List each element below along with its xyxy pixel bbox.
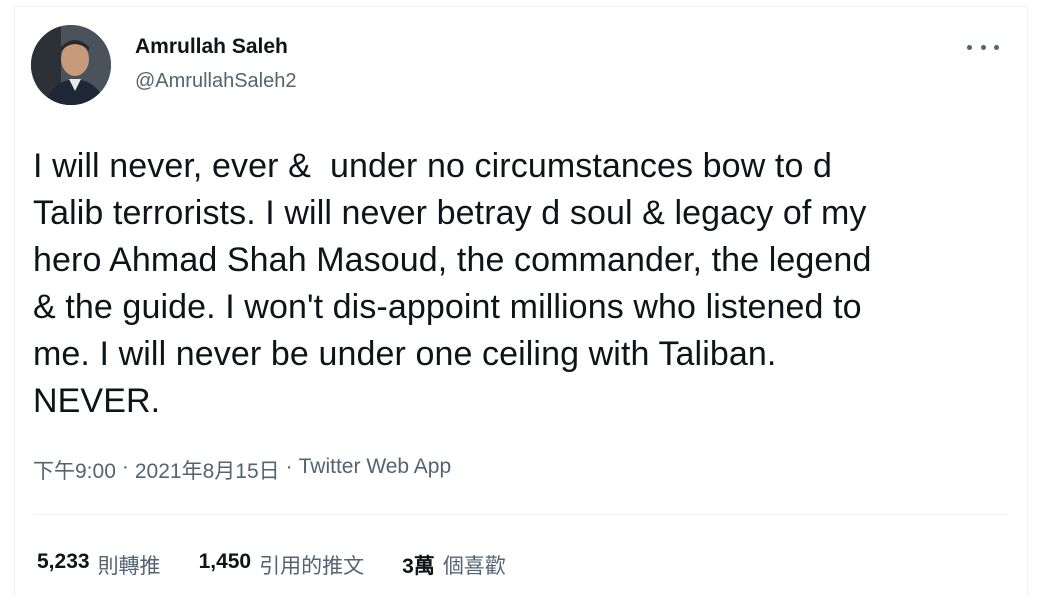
meta-separator: · (121, 455, 129, 478)
quotes-count: 1,450 (198, 550, 252, 573)
tweet-date[interactable]: 2021年8月15日 (135, 455, 280, 485)
tweet-time[interactable]: 下午9:00 (33, 455, 116, 485)
tweet-card: Amrullah Saleh @AmrullahSaleh2 I will ne… (14, 6, 1028, 596)
tweet-source[interactable]: Twitter Web App (299, 455, 452, 485)
retweets-count: 5,233 (37, 550, 90, 573)
tweet-stats: 5,233 則轉推 1,450 引用的推文 3萬 個喜歡 (37, 550, 506, 580)
author-handle[interactable]: @AmrullahSaleh2 (135, 70, 297, 93)
likes-label: 個喜歡 (442, 555, 506, 578)
retweets-stat[interactable]: 5,233 則轉推 (37, 550, 161, 580)
retweets-label: 則轉推 (97, 555, 161, 578)
divider (33, 514, 1009, 515)
tweet-meta: 下午9:00 · 2021年8月15日 · Twitter Web App (33, 455, 451, 485)
more-horizontal-icon[interactable] (967, 35, 999, 59)
more-dot (994, 44, 999, 50)
avatar-image (31, 25, 111, 105)
likes-stat[interactable]: 3萬 個喜歡 (402, 550, 506, 580)
quotes-label: 引用的推文 (259, 555, 365, 578)
avatar[interactable] (31, 25, 111, 105)
likes-count: 3萬 (402, 555, 435, 578)
tweet-text: I will never, ever & under no circumstan… (33, 147, 872, 420)
meta-separator: · (285, 455, 293, 478)
more-dot (980, 44, 986, 50)
quotes-stat[interactable]: 1,450 引用的推文 (199, 550, 365, 580)
author-name[interactable]: Amrullah Saleh (135, 35, 288, 59)
more-dot (967, 44, 972, 50)
